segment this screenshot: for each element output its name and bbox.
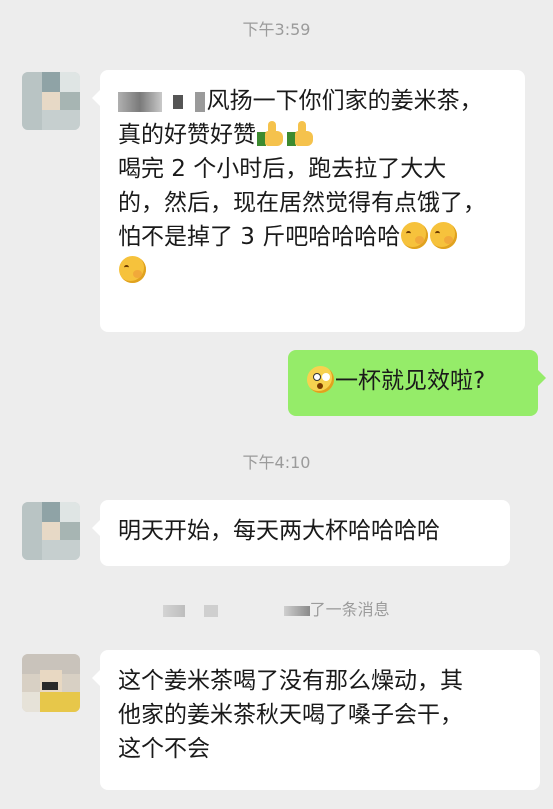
message-line: 这个不会 — [118, 736, 210, 762]
redacted-text — [173, 94, 184, 109]
message-line: 明天开始，每天两大杯哈哈哈哈 — [118, 518, 440, 544]
blush-emoji-icon — [401, 222, 429, 249]
message-line: 的，然后，现在居然觉得有点饿了， — [118, 190, 486, 216]
redacted-text — [118, 91, 162, 112]
redacted-text — [194, 91, 205, 112]
message-bubble-incoming[interactable]: 明天开始，每天两大杯哈哈哈哈 — [92, 500, 510, 566]
timestamp: 下午3:59 — [242, 20, 311, 39]
blush-emoji-icon — [119, 256, 146, 283]
redacted-text — [163, 604, 186, 617]
message-line — [118, 254, 507, 288]
avatar[interactable] — [22, 654, 80, 712]
timestamp: 下午4:10 — [242, 453, 311, 472]
message-bubble-incoming[interactable]: 这个姜米茶喝了没有那么燥动，其 他家的姜米茶秋天喝了嗓子会干， 这个不会 — [92, 650, 540, 790]
redacted-text — [204, 604, 219, 617]
system-notice: 了一条消息 — [0, 596, 553, 620]
thumbs-up-icon — [256, 119, 286, 147]
message-bubble-incoming[interactable]: 风扬一下你们家的姜米茶， 真的好赞好赞 喝完 2 个小时后，跑去拉了大大 的，然… — [92, 70, 525, 332]
message-line: 他家的姜米茶秋天喝了嗓子会干， — [118, 702, 463, 728]
message-line: 风扬一下你们家的姜米茶， — [118, 84, 507, 118]
redacted-text — [283, 605, 310, 616]
message-line: 怕不是掉了 3 斤吧哈哈哈哈 — [118, 220, 507, 254]
message-line: 喝完 2 个小时后，跑去拉了大大 — [118, 156, 447, 182]
surprise-emoji-icon — [307, 366, 334, 393]
avatar[interactable] — [22, 72, 80, 130]
message-line: 一杯就见效啦? — [306, 364, 520, 398]
blush-emoji-icon — [430, 222, 458, 249]
avatar[interactable] — [22, 502, 80, 560]
message-line: 这个姜米茶喝了没有那么燥动，其 — [118, 668, 463, 694]
message-line: 真的好赞好赞 — [118, 118, 507, 152]
message-bubble-outgoing[interactable]: 一杯就见效啦? — [288, 350, 546, 416]
thumbs-up-icon — [286, 119, 316, 147]
